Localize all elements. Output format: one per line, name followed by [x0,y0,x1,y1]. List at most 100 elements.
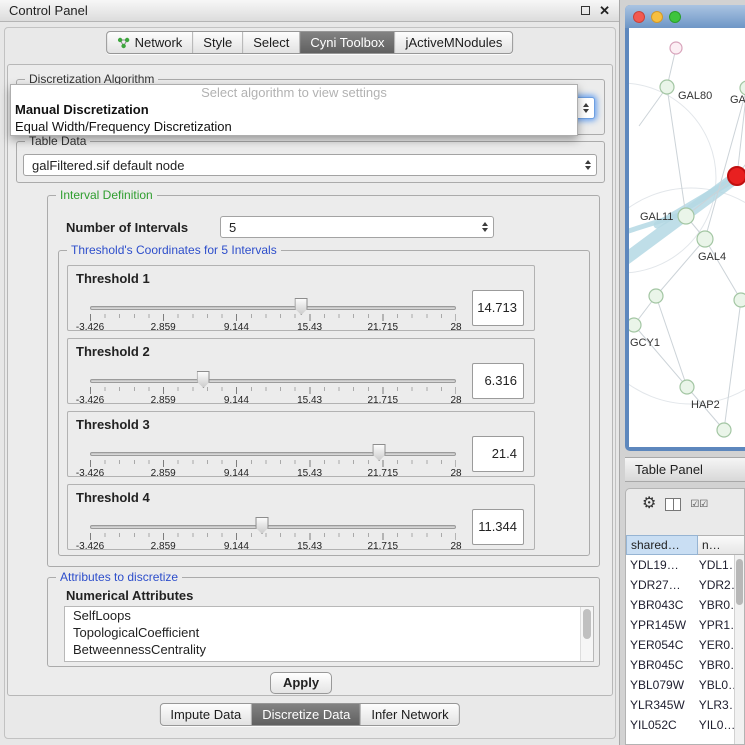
network-window-titlebar[interactable] [625,5,745,28]
slider-scale: -3.4262.8599.14415.4321.71528 [90,541,456,553]
network-node[interactable] [697,231,713,247]
table-cell[interactable]: YER0… [697,635,734,655]
column-header-shared-name[interactable]: shared… [626,535,698,555]
close-icon[interactable]: ✕ [599,4,610,17]
slider-thumb[interactable] [373,444,386,461]
threshold-slider[interactable]: -3.4262.8599.14415.4321.71528 [90,517,456,551]
table-row[interactable]: YBL079WYBL0… [626,675,734,695]
table-data-combobox[interactable]: galFiltered.sif default node [23,154,597,176]
dropdown-option-manual[interactable]: Manual Discretization [11,101,577,118]
slider-ticks [90,314,456,321]
table-cell[interactable]: YBR0… [697,655,734,675]
slider-thumb[interactable] [256,517,269,534]
threshold-value-box[interactable]: 11.344 [472,509,524,545]
table-row[interactable]: YPR145WYPR1… [626,615,734,635]
table-row[interactable]: YLR345WYLR3… [626,695,734,715]
table-cell[interactable]: YER054C [626,635,697,655]
tab-label: Select [253,35,289,50]
tab-jactivemnodules[interactable]: jActiveMNodules [396,32,513,53]
tab-cyni-toolbox[interactable]: Cyni Toolbox [300,32,395,53]
table-row[interactable]: YBR043CYBR0… [626,595,734,615]
scale-tick-label: 9.144 [224,395,249,406]
table-panel-header[interactable]: Table Panel [625,457,745,482]
threshold-label: Threshold 2 [76,344,150,359]
close-traffic-light[interactable] [633,11,645,23]
table-row[interactable]: YIL052CYIL0… [626,715,734,735]
slider-ticks [90,387,456,394]
table-cell[interactable]: YPR145W [626,615,697,635]
table-cell[interactable]: YBR045C [626,655,697,675]
table-cell[interactable]: YLR345W [626,695,697,715]
tab-select[interactable]: Select [243,32,300,53]
network-node[interactable] [740,81,745,95]
threshold-slider[interactable]: -3.4262.8599.14415.4321.71528 [90,371,456,405]
network-canvas[interactable]: GAL80GAGAL11GAL4GCY1HAP2 [629,28,745,447]
table-cell[interactable]: YBR043C [626,595,697,615]
table-cell[interactable]: YDL19… [626,555,697,575]
threshold-slider[interactable]: -3.4262.8599.14415.4321.71528 [90,298,456,332]
list-item[interactable]: SelfLoops [65,607,593,624]
scrollbar-thumb[interactable] [583,609,591,639]
slider-track[interactable] [90,379,456,383]
slider-thumb[interactable] [295,298,308,315]
network-node[interactable] [649,289,663,303]
slider-track[interactable] [90,525,456,529]
table-columns-icon[interactable] [665,498,681,511]
apply-button[interactable]: Apply [270,672,332,694]
bottom-tab-bar: Impute Data Discretize Data Infer Networ… [159,703,459,726]
table-cell[interactable]: YBL079W [626,675,697,695]
tab-infer-network[interactable]: Infer Network [361,704,458,725]
tab-network[interactable]: Network [107,32,194,53]
network-node[interactable] [670,42,682,54]
table-cell[interactable]: YBR0… [697,595,734,615]
control-panel-titlebar[interactable]: Control Panel ✕ [0,0,619,22]
slider-track[interactable] [90,306,456,310]
table-cell[interactable]: YDR27… [626,575,697,595]
table-cell[interactable]: YDR2… [697,575,734,595]
table-cell[interactable]: YBL0… [697,675,734,695]
network-node[interactable] [678,208,694,224]
scale-tick-label: 28 [450,395,461,406]
select-columns-icon[interactable]: ☑☑ [690,499,708,510]
network-node[interactable] [717,423,731,437]
table-cell[interactable]: YDL1… [697,555,734,575]
minimize-traffic-light[interactable] [651,11,663,23]
slider-thumb[interactable] [197,371,210,388]
network-node[interactable] [728,167,745,185]
column-header-name[interactable]: n… [698,535,736,555]
table-cell[interactable]: YIL0… [697,715,734,735]
attributes-scrollbar[interactable] [580,607,593,661]
threshold-value-box[interactable]: 21.4 [472,436,524,472]
attributes-list[interactable]: SelfLoopsTopologicalCoefficientBetweenne… [64,606,594,662]
slider-track[interactable] [90,452,456,456]
float-window-button[interactable] [581,6,590,15]
network-node[interactable] [629,318,641,332]
threshold-value-box[interactable]: 14.713 [472,290,524,326]
list-item[interactable]: BetweennessCentrality [65,641,593,658]
table-scrollbar[interactable] [734,555,744,744]
scrollbar-thumb[interactable] [736,559,743,605]
threshold-value-box[interactable]: 6.316 [472,363,524,399]
tab-style[interactable]: Style [193,32,243,53]
table-cell[interactable]: YPR1… [697,615,734,635]
table-row[interactable]: YER054CYER0… [626,635,734,655]
list-item[interactable]: TopologicalCoefficient [65,624,593,641]
network-node[interactable] [734,293,745,307]
table-row[interactable]: YDL19…YDL1… [626,555,734,575]
tab-discretize-data[interactable]: Discretize Data [252,704,361,725]
table-row[interactable]: YBR045CYBR0… [626,655,734,675]
num-intervals-combobox[interactable]: 5 [220,216,494,238]
zoom-traffic-light[interactable] [669,11,681,23]
table-row[interactable]: YDR27…YDR2… [626,575,734,595]
algorithm-dropdown-popup: Select algorithm to view settings Manual… [10,84,578,136]
table-data-value: galFiltered.sif default node [32,158,184,173]
table-cell[interactable]: YLR3… [697,695,734,715]
threshold-slider[interactable]: -3.4262.8599.14415.4321.71528 [90,444,456,478]
network-node[interactable] [680,380,694,394]
network-node[interactable] [660,80,674,94]
table-cell[interactable]: YIL052C [626,715,697,735]
table-header-row: shared… n… [626,535,745,555]
tab-impute-data[interactable]: Impute Data [160,704,252,725]
gear-icon[interactable]: ⚙ [642,496,656,512]
dropdown-option-equal-width[interactable]: Equal Width/Frequency Discretization [11,118,577,135]
